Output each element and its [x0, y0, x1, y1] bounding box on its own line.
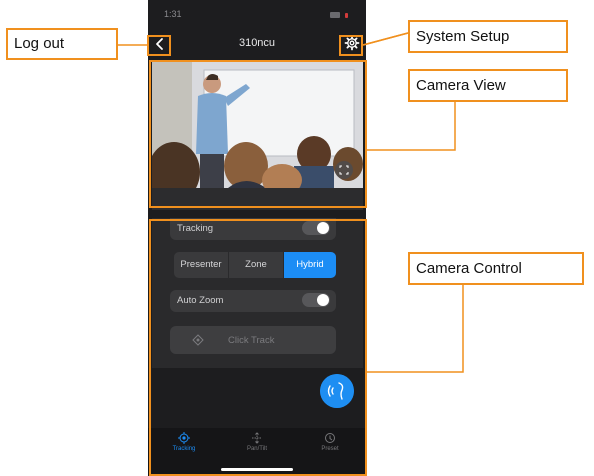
system-setup-callout: System Setup: [408, 20, 568, 53]
camera-control-callout: Camera Control: [408, 252, 584, 285]
logout-callout: Log out: [6, 28, 118, 60]
camera-view-callout: Camera View: [408, 69, 568, 102]
